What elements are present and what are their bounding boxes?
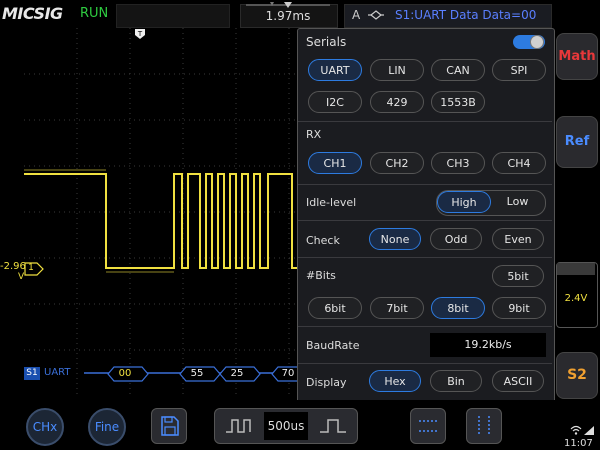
timebase-value: 1.97ms: [265, 9, 311, 23]
decoded-byte: 25: [230, 368, 244, 379]
clock: 11:07: [564, 438, 593, 449]
idle-high-button[interactable]: High: [437, 191, 491, 213]
trigger-source: S1:UART Data Data=00: [395, 8, 537, 22]
protocol-429-button[interactable]: 429: [370, 91, 424, 113]
ref-button[interactable]: Ref: [556, 116, 598, 168]
s2-button[interactable]: S2: [556, 352, 598, 399]
timebase-value-field[interactable]: 500us: [264, 412, 308, 440]
baudrate-field[interactable]: 19.2kb/s: [430, 333, 546, 357]
check-even-button[interactable]: Even: [492, 228, 544, 250]
timebase-increase-icon[interactable]: [316, 414, 350, 438]
decoded-byte: 00: [118, 368, 132, 379]
bits-9-button[interactable]: 9bit: [492, 297, 546, 319]
bits-7-button[interactable]: 7bit: [370, 297, 424, 319]
run-state[interactable]: RUN: [80, 6, 108, 21]
trigger-mode: A: [352, 8, 361, 22]
display-label: Display: [306, 376, 347, 389]
protocol-1553b-button[interactable]: 1553B: [431, 91, 485, 113]
save-button[interactable]: [151, 408, 187, 444]
timebase-decrease-icon[interactable]: [222, 414, 256, 438]
status-icons: [570, 425, 594, 435]
svg-text:T: T: [137, 30, 143, 38]
protocol-spi-button[interactable]: SPI: [492, 59, 546, 81]
horizontal-cursor-icon: [419, 420, 437, 432]
bits-8-button[interactable]: 8bit: [431, 297, 485, 319]
divider: [298, 257, 552, 258]
rx-ch2-button[interactable]: CH2: [370, 152, 424, 174]
channel-offset-value: -2.96: [0, 261, 26, 272]
bits-5-button[interactable]: 5bit: [492, 265, 544, 287]
channel-scale-value: 2.4V: [564, 293, 588, 304]
divider: [298, 121, 552, 122]
vertical-cursor-icon: [478, 416, 490, 436]
vertical-cursor-button[interactable]: [466, 408, 502, 444]
chx-button[interactable]: CHx: [26, 408, 64, 446]
channel-1-trace: [24, 173, 324, 269]
save-icon: [161, 416, 179, 436]
rx-ch1-button[interactable]: CH1: [308, 152, 362, 174]
serials-label: Serials: [306, 35, 347, 49]
divider: [298, 184, 552, 185]
check-odd-button[interactable]: Odd: [430, 228, 482, 250]
check-none-button[interactable]: None: [369, 228, 421, 250]
protocol-uart-button[interactable]: UART: [308, 59, 362, 81]
decode-bus-badge[interactable]: S1: [24, 367, 40, 380]
protocol-can-button[interactable]: CAN: [431, 59, 485, 81]
display-ascii-button[interactable]: ASCII: [492, 370, 544, 392]
divider: [298, 363, 552, 364]
channel-1-marker-label: 1: [28, 263, 34, 273]
idle-level-label: Idle-level: [306, 196, 357, 209]
decoded-byte: 55: [190, 368, 204, 379]
rx-ch3-button[interactable]: CH3: [431, 152, 485, 174]
baudrate-label: BaudRate: [306, 339, 360, 352]
bits-6-button[interactable]: 6bit: [308, 297, 362, 319]
status-area: [116, 4, 230, 28]
divider: [298, 326, 552, 327]
brand-logo: MICSIG: [2, 4, 63, 23]
decode-protocol: UART: [44, 367, 71, 378]
check-label: Check: [306, 234, 340, 247]
math-button[interactable]: Math: [556, 33, 598, 80]
idle-low-button[interactable]: Low: [491, 195, 544, 208]
bits-label: #Bits: [306, 269, 336, 282]
trigger-marker-icon[interactable]: T: [134, 28, 146, 40]
protocol-lin-button[interactable]: LIN: [370, 59, 424, 81]
trigger-edge-icon: [368, 10, 384, 20]
rx-ch4-button[interactable]: CH4: [492, 152, 546, 174]
serials-toggle-knob: [530, 35, 544, 49]
protocol-i2c-button[interactable]: I2C: [308, 91, 362, 113]
rx-label: RX: [306, 128, 322, 141]
display-hex-button[interactable]: Hex: [369, 370, 421, 392]
divider: [298, 220, 552, 221]
fine-button[interactable]: Fine: [88, 408, 126, 446]
display-bin-button[interactable]: Bin: [430, 370, 482, 392]
horizontal-cursor-button[interactable]: [410, 408, 446, 444]
channel-scale-header: [557, 263, 595, 275]
